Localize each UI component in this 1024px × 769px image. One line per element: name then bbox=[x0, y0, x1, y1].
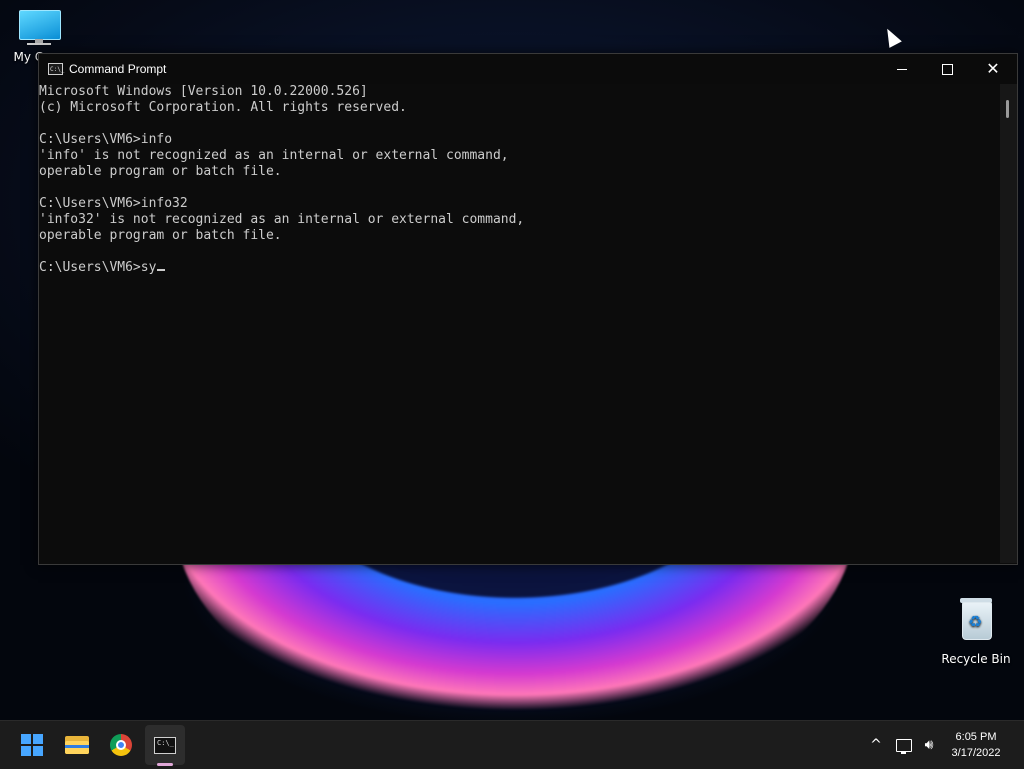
console-output[interactable]: Microsoft Windows [Version 10.0.22000.52… bbox=[39, 84, 999, 563]
monitor-icon bbox=[17, 8, 61, 45]
console-line: C:\Users\VM6>info bbox=[39, 132, 173, 147]
taskbar-file-explorer[interactable] bbox=[57, 725, 97, 765]
text-cursor bbox=[157, 269, 166, 271]
show-hidden-icons-button[interactable]: ^ bbox=[866, 721, 886, 769]
console-line: C:\Users\VM6>info32 bbox=[39, 196, 188, 211]
console-line: operable program or batch file. bbox=[39, 228, 282, 243]
chrome-icon bbox=[110, 734, 132, 756]
minimize-button[interactable] bbox=[879, 54, 925, 84]
close-button[interactable]: ✕ bbox=[970, 54, 1016, 84]
clock[interactable]: 6:05 PM 3/17/2022 bbox=[944, 729, 1008, 761]
taskbar: C:\_ ^ 🔊︎ 6:05 PM 3/17/2022 bbox=[0, 720, 1024, 769]
console-line: operable program or batch file. bbox=[39, 164, 282, 179]
desktop-icon-label: Recycle Bin bbox=[941, 652, 1011, 666]
folder-icon bbox=[65, 736, 89, 754]
windows-start-icon bbox=[21, 734, 43, 756]
recycle-bin-icon: ♻ bbox=[958, 596, 994, 640]
taskbar-chrome[interactable] bbox=[101, 725, 141, 765]
mouse-pointer-icon bbox=[881, 25, 902, 48]
network-icon bbox=[896, 738, 912, 754]
scrollbar-thumb[interactable] bbox=[1006, 100, 1009, 118]
desktop-icon-recycle-bin[interactable]: ♻ Recycle Bin bbox=[940, 596, 1012, 666]
volume-icon: 🔊︎ bbox=[924, 737, 934, 753]
start-button[interactable] bbox=[12, 725, 52, 765]
console-line: (c) Microsoft Corporation. All rights re… bbox=[39, 100, 407, 115]
volume-button[interactable]: 🔊︎ bbox=[918, 721, 940, 769]
command-prompt-window[interactable]: C:\_ Command Prompt ✕ Microsoft Windows … bbox=[38, 53, 1018, 565]
chevron-up-icon: ^ bbox=[870, 737, 882, 753]
network-button[interactable] bbox=[893, 721, 915, 769]
clock-time: 6:05 PM bbox=[955, 731, 997, 743]
active-app-indicator bbox=[157, 763, 173, 766]
minimize-icon bbox=[897, 68, 907, 70]
console-line: Microsoft Windows [Version 10.0.22000.52… bbox=[39, 84, 368, 99]
clock-date: 3/17/2022 bbox=[951, 747, 1001, 759]
window-titlebar[interactable]: C:\_ Command Prompt ✕ bbox=[39, 54, 1017, 84]
cmd-icon: C:\_ bbox=[48, 63, 64, 75]
maximize-button[interactable] bbox=[924, 54, 970, 84]
taskbar-command-prompt[interactable]: C:\_ bbox=[145, 725, 185, 765]
maximize-icon bbox=[941, 63, 953, 75]
window-title: Command Prompt bbox=[69, 62, 167, 76]
cmd-icon: C:\_ bbox=[154, 736, 176, 754]
console-line: 'info32' is not recognized as an interna… bbox=[39, 212, 525, 227]
console-line: 'info' is not recognized as an internal … bbox=[39, 148, 509, 163]
vertical-scrollbar[interactable] bbox=[1000, 84, 1017, 563]
console-prompt: C:\Users\VM6>sy bbox=[39, 260, 157, 275]
close-icon: ✕ bbox=[986, 59, 1000, 78]
console-input-line[interactable]: C:\Users\VM6>sy bbox=[39, 260, 999, 276]
